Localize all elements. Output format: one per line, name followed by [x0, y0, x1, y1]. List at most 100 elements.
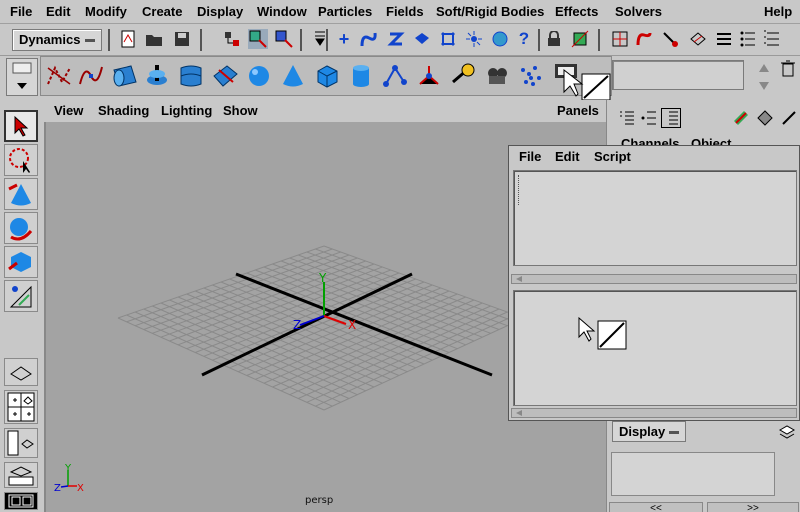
- help-icon[interactable]: ?: [514, 29, 534, 49]
- particle-icon[interactable]: [515, 60, 547, 92]
- save-scene-icon[interactable]: [172, 29, 192, 49]
- attribute-editor-icon[interactable]: [779, 108, 799, 128]
- lasso-tool-icon[interactable]: [4, 144, 38, 176]
- new-scene-icon[interactable]: [118, 29, 138, 49]
- scroll-right-button[interactable]: >>: [707, 502, 799, 512]
- layer-editor-icon[interactable]: [639, 108, 659, 128]
- revolve-icon[interactable]: [141, 60, 173, 92]
- menu-display[interactable]: Display: [197, 4, 243, 19]
- four-pane-layout-icon[interactable]: [4, 390, 38, 424]
- snap-to-point-icon[interactable]: [386, 29, 406, 49]
- panel-menu-show[interactable]: Show: [223, 103, 258, 118]
- extrude-icon[interactable]: [109, 60, 141, 92]
- script-menu-file[interactable]: File: [519, 149, 541, 164]
- scroll-down-icon[interactable]: [754, 76, 774, 96]
- script-editor-window: File Edit Script: [508, 145, 800, 421]
- render-icon[interactable]: [490, 29, 510, 49]
- divider: [538, 29, 540, 51]
- single-pane-layout-icon[interactable]: [4, 358, 38, 386]
- channel-layer-icon[interactable]: [661, 108, 681, 128]
- panel-menubar: View Shading Lighting Show Panels: [44, 100, 606, 122]
- panel-menu-shading[interactable]: Shading: [98, 103, 149, 118]
- cube-icon[interactable]: [311, 60, 343, 92]
- create-layer-icon[interactable]: [731, 108, 751, 128]
- snap-to-plane-icon[interactable]: [412, 29, 432, 49]
- menu-edit[interactable]: Edit: [46, 4, 71, 19]
- input-ops-icon[interactable]: [610, 29, 630, 49]
- joint-tool-icon[interactable]: [379, 60, 411, 92]
- script-menu-script[interactable]: Script: [594, 149, 631, 164]
- history-pane[interactable]: [513, 170, 797, 266]
- output-ops-icon[interactable]: [634, 29, 654, 49]
- attribute-list-icon[interactable]: [738, 29, 758, 49]
- input-scrollbar[interactable]: [511, 408, 797, 418]
- main-menubar: File Edit Modify Create Display Window P…: [0, 0, 800, 24]
- menu-help[interactable]: Help: [764, 4, 792, 19]
- loft-icon[interactable]: [175, 60, 207, 92]
- camera-icon[interactable]: [481, 60, 513, 92]
- y-axis-label: Y: [318, 271, 327, 285]
- snap-to-grid-icon[interactable]: +: [334, 29, 354, 49]
- select-by-component-icon[interactable]: [274, 29, 294, 49]
- display-label: Display: [619, 424, 666, 439]
- menu-create[interactable]: Create: [142, 4, 182, 19]
- select-tool-icon[interactable]: [4, 110, 38, 142]
- select-by-hierarchy-icon[interactable]: [222, 29, 242, 49]
- show-manipulator-icon[interactable]: [4, 280, 38, 312]
- menu-particles[interactable]: Particles: [318, 4, 372, 19]
- new-layer-icon[interactable]: [777, 422, 797, 442]
- panel-menu-lighting[interactable]: Lighting: [161, 103, 212, 118]
- channel-box-icon[interactable]: [617, 108, 637, 128]
- settings-list-icon[interactable]: [762, 29, 782, 49]
- open-scene-icon[interactable]: [144, 29, 164, 49]
- make-live-icon[interactable]: [438, 29, 458, 49]
- rotate-tool-icon[interactable]: [4, 212, 38, 244]
- divider: [598, 29, 600, 51]
- cone-icon[interactable]: [277, 60, 309, 92]
- cylinder-icon[interactable]: [345, 60, 377, 92]
- sphere-icon[interactable]: [243, 60, 275, 92]
- menu-modify[interactable]: Modify: [85, 4, 127, 19]
- select-by-object-icon[interactable]: [248, 29, 268, 49]
- ik-handle-icon[interactable]: [413, 60, 445, 92]
- menu-effects[interactable]: Effects: [555, 4, 598, 19]
- scale-tool-icon[interactable]: [4, 246, 38, 278]
- panel-menu-panels[interactable]: Panels: [557, 103, 599, 118]
- graph-layout-icon[interactable]: [4, 462, 38, 488]
- menu-soft-rigid-bodies[interactable]: Soft/Rigid Bodies: [436, 4, 544, 19]
- layer-list[interactable]: [611, 452, 775, 496]
- sketch-icon[interactable]: [688, 29, 708, 49]
- outliner-layout-icon[interactable]: [4, 428, 38, 458]
- display-selector[interactable]: Display: [612, 421, 686, 442]
- panel-menu-view[interactable]: View: [54, 103, 83, 118]
- scroll-left-button[interactable]: <<: [609, 502, 703, 512]
- curve-tool-icon[interactable]: [43, 60, 75, 92]
- scroll-up-icon[interactable]: [754, 58, 774, 78]
- menu-solvers[interactable]: Solvers: [615, 4, 662, 19]
- layer-options-icon[interactable]: [755, 108, 775, 128]
- menu-file[interactable]: File: [10, 4, 32, 19]
- list-icon[interactable]: [714, 29, 734, 49]
- z-axis-label: Z: [293, 318, 301, 332]
- ep-curve-icon[interactable]: [75, 60, 107, 92]
- tool-box: [0, 104, 42, 512]
- menu-fields[interactable]: Fields: [386, 4, 424, 19]
- text-cursor: [518, 175, 520, 205]
- pin-icon[interactable]: [660, 29, 680, 49]
- menu-window[interactable]: Window: [257, 4, 307, 19]
- hypershade-layout-icon[interactable]: [4, 492, 38, 510]
- ipr-render-icon[interactable]: [570, 29, 590, 49]
- move-tool-icon[interactable]: [4, 178, 38, 210]
- shelf-tab-menu[interactable]: [6, 58, 38, 96]
- light-icon[interactable]: [447, 60, 479, 92]
- lock-icon[interactable]: [544, 29, 564, 49]
- trash-icon[interactable]: [778, 58, 798, 78]
- history-scrollbar[interactable]: [511, 274, 797, 284]
- planar-icon[interactable]: [209, 60, 241, 92]
- history-icon[interactable]: [464, 29, 484, 49]
- menuset-selector[interactable]: Dynamics: [12, 29, 102, 51]
- script-menu-edit[interactable]: Edit: [555, 149, 580, 164]
- snap-to-curve-icon[interactable]: [358, 29, 378, 49]
- input-pane[interactable]: [513, 290, 797, 406]
- command-line-field[interactable]: [612, 60, 744, 90]
